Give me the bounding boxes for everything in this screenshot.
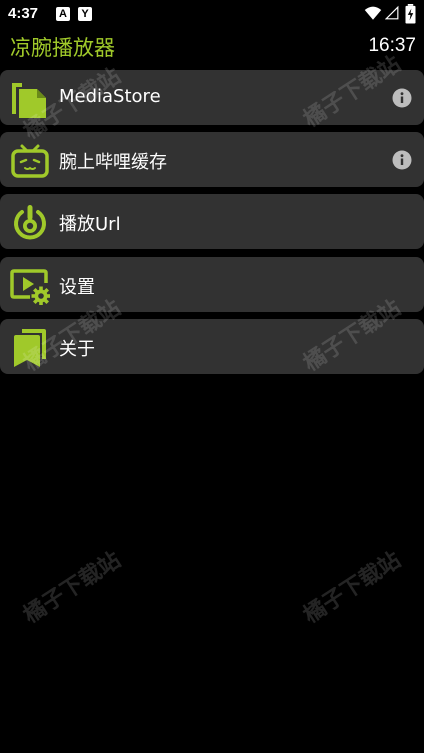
info-icon[interactable] bbox=[392, 150, 412, 170]
notification-app-icon-y: Y bbox=[78, 7, 92, 21]
cellular-signal-icon bbox=[385, 5, 399, 20]
wifi-icon bbox=[364, 6, 382, 20]
menu-item-label: 关于 bbox=[59, 339, 95, 360]
app-header: 凉腕播放器 16:37 bbox=[0, 30, 424, 64]
menu-item-label: MediaStore bbox=[59, 86, 161, 107]
menu-item-label: 设置 bbox=[59, 277, 95, 298]
menu-item-settings[interactable]: 设置 bbox=[0, 257, 424, 312]
menu-item-mediastore[interactable]: MediaStore bbox=[0, 70, 424, 125]
status-time: 4:37 bbox=[8, 5, 39, 22]
app-title: 凉腕播放器 bbox=[10, 36, 115, 60]
menu-item-play-url[interactable]: 播放Url bbox=[0, 194, 424, 249]
info-icon[interactable] bbox=[392, 88, 412, 108]
play-url-power-icon bbox=[14, 205, 46, 240]
bilibili-tv-icon bbox=[11, 144, 49, 178]
status-bar: 4:37 A Y bbox=[0, 0, 424, 30]
document-copy-icon bbox=[12, 83, 46, 118]
menu-item-label: 播放Url bbox=[59, 214, 121, 235]
settings-video-gear-icon bbox=[10, 269, 50, 305]
notification-app-icon-a: A bbox=[56, 7, 70, 21]
app-clock: 16:37 bbox=[368, 35, 416, 56]
menu-item-bilibili-cache[interactable]: 腕上哔哩缓存 bbox=[0, 132, 424, 187]
battery-charging-icon bbox=[405, 4, 416, 24]
watermark: 橘子下载站 bbox=[19, 547, 126, 629]
menu-item-label: 腕上哔哩缓存 bbox=[59, 152, 167, 173]
watermark: 橘子下载站 bbox=[299, 547, 406, 629]
bookmark-about-icon bbox=[14, 329, 46, 367]
menu-item-about[interactable]: 关于 bbox=[0, 319, 424, 374]
